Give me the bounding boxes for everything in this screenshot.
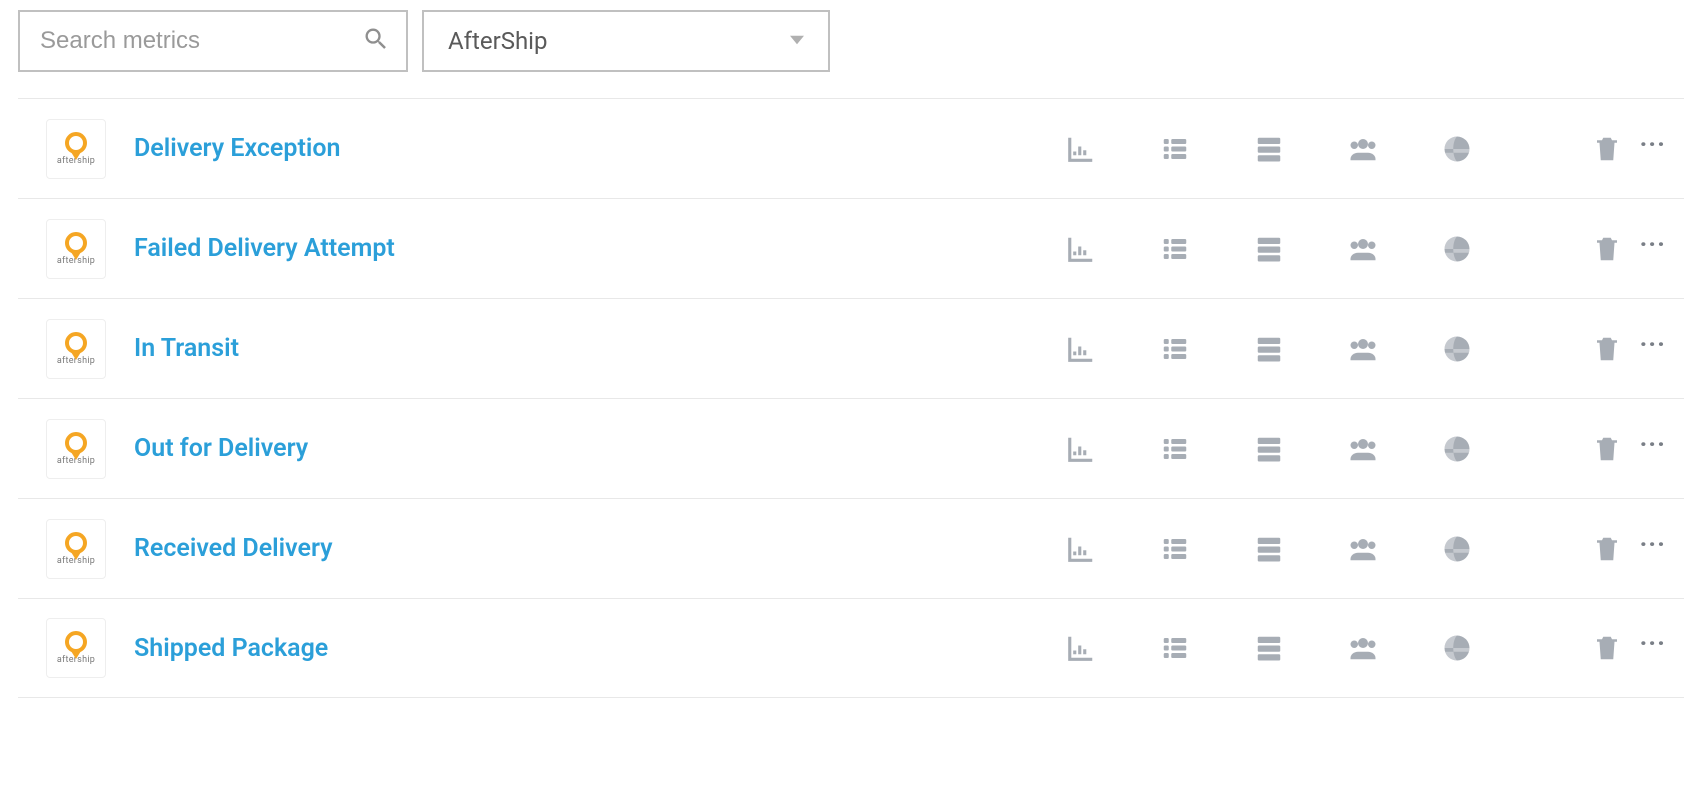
source-dropdown[interactable]: AfterShip [422,10,830,72]
list-item: aftership In Transit ··· [18,298,1684,398]
metric-name-link[interactable]: Failed Delivery Attempt [134,234,1063,263]
chart-icon[interactable] [1063,630,1099,666]
list-item: aftership Delivery Exception ··· [18,98,1684,198]
globe-icon[interactable] [1439,630,1475,666]
more-icon[interactable]: ··· [1639,532,1666,566]
chart-icon[interactable] [1063,131,1099,167]
trash-icon[interactable] [1589,131,1625,167]
more-icon[interactable]: ··· [1639,631,1666,665]
list-item: aftership Received Delivery ··· [18,498,1684,598]
row-actions: ··· [1063,630,1674,666]
users-icon[interactable] [1345,231,1381,267]
list-icon[interactable] [1157,630,1193,666]
metric-name-link[interactable]: Delivery Exception [134,134,1063,163]
search-input[interactable] [38,26,352,56]
globe-icon[interactable] [1439,131,1475,167]
aftership-icon: aftership [46,618,106,678]
list-item: aftership Failed Delivery Attempt ··· [18,198,1684,298]
aftership-icon: aftership [46,319,106,379]
globe-icon[interactable] [1439,531,1475,567]
toolbar: AfterShip [18,10,1684,90]
metric-name-link[interactable]: Out for Delivery [134,434,1063,463]
more-icon[interactable]: ··· [1639,332,1666,366]
metrics-list: aftership Delivery Exception ··· aftersh… [18,98,1684,698]
users-icon[interactable] [1345,630,1381,666]
server-icon[interactable] [1251,531,1287,567]
list-icon[interactable] [1157,231,1193,267]
aftership-icon: aftership [46,519,106,579]
server-icon[interactable] [1251,331,1287,367]
users-icon[interactable] [1345,131,1381,167]
server-icon[interactable] [1251,630,1287,666]
chart-icon[interactable] [1063,431,1099,467]
trash-icon[interactable] [1589,531,1625,567]
list-item: aftership Shipped Package ··· [18,598,1684,698]
row-actions: ··· [1063,431,1674,467]
list-icon[interactable] [1157,431,1193,467]
server-icon[interactable] [1251,431,1287,467]
server-icon[interactable] [1251,131,1287,167]
trash-icon[interactable] [1589,630,1625,666]
trash-icon[interactable] [1589,331,1625,367]
globe-icon[interactable] [1439,231,1475,267]
more-icon[interactable]: ··· [1639,432,1666,466]
list-icon[interactable] [1157,131,1193,167]
server-icon[interactable] [1251,231,1287,267]
users-icon[interactable] [1345,531,1381,567]
trash-icon[interactable] [1589,231,1625,267]
trash-icon[interactable] [1589,431,1625,467]
search-icon[interactable] [362,25,390,57]
chevron-down-icon [790,32,804,51]
list-icon[interactable] [1157,531,1193,567]
list-icon[interactable] [1157,331,1193,367]
row-actions: ··· [1063,331,1674,367]
chart-icon[interactable] [1063,331,1099,367]
users-icon[interactable] [1345,431,1381,467]
globe-icon[interactable] [1439,331,1475,367]
row-actions: ··· [1063,531,1674,567]
more-icon[interactable]: ··· [1639,232,1666,266]
aftership-icon: aftership [46,419,106,479]
metric-name-link[interactable]: Shipped Package [134,634,1063,663]
row-actions: ··· [1063,231,1674,267]
metric-name-link[interactable]: Received Delivery [134,534,1063,563]
list-item: aftership Out for Delivery ··· [18,398,1684,498]
row-actions: ··· [1063,131,1674,167]
aftership-icon: aftership [46,219,106,279]
dropdown-selected-label: AfterShip [448,27,548,55]
chart-icon[interactable] [1063,531,1099,567]
aftership-icon: aftership [46,119,106,179]
more-icon[interactable]: ··· [1639,132,1666,166]
globe-icon[interactable] [1439,431,1475,467]
chart-icon[interactable] [1063,231,1099,267]
metric-name-link[interactable]: In Transit [134,334,1063,363]
users-icon[interactable] [1345,331,1381,367]
search-box[interactable] [18,10,408,72]
